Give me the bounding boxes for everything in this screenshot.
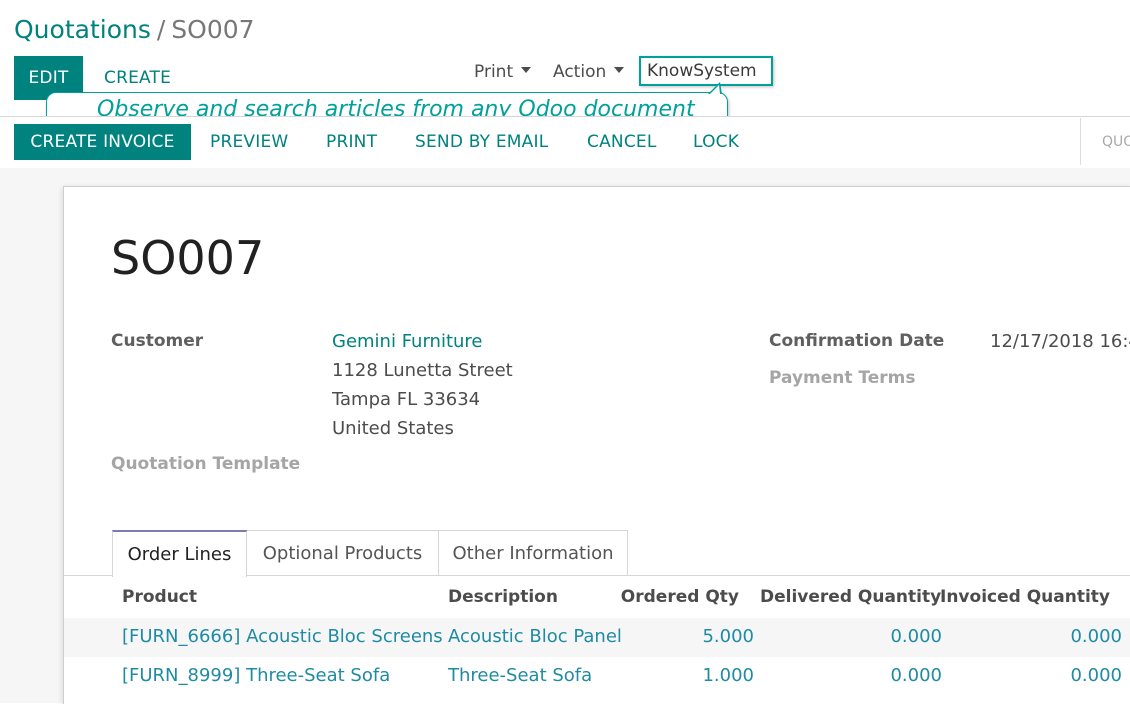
create-button[interactable]: CREATE bbox=[104, 67, 171, 89]
row-delivered-qty[interactable]: 0.000 bbox=[820, 626, 942, 648]
row-product[interactable]: [FURN_6666] Acoustic Bloc Screens bbox=[122, 626, 443, 648]
customer-label: Customer bbox=[111, 331, 204, 351]
breadcrumb-separator: / bbox=[156, 15, 166, 44]
print-dropdown[interactable]: Print bbox=[474, 61, 532, 83]
tab-order-lines[interactable]: Order Lines bbox=[112, 530, 247, 577]
breadcrumb: Quotations / SO007 bbox=[14, 13, 255, 47]
breadcrumb-current: SO007 bbox=[171, 15, 255, 44]
row-product[interactable]: [FURN_8999] Three-Seat Sofa bbox=[122, 665, 390, 687]
row-ordered-qty[interactable]: 1.000 bbox=[640, 665, 754, 687]
confirmation-date-value: 12/17/2018 16:4 bbox=[990, 331, 1130, 352]
row-description[interactable]: Three-Seat Sofa bbox=[448, 665, 592, 687]
payment-terms-label: Payment Terms bbox=[769, 368, 916, 388]
row-ordered-qty[interactable]: 5.000 bbox=[640, 626, 754, 648]
preview-button[interactable]: PREVIEW bbox=[210, 124, 288, 160]
column-header-ordered-qty[interactable]: Ordered Qty bbox=[600, 586, 739, 608]
column-header-description[interactable]: Description bbox=[448, 586, 558, 608]
row-delivered-qty[interactable]: 0.000 bbox=[820, 665, 942, 687]
quotation-template-label: Quotation Template bbox=[111, 454, 301, 474]
print-dropdown-label: Print bbox=[474, 62, 514, 82]
cancel-button[interactable]: CANCEL bbox=[587, 124, 657, 160]
row-invoiced-qty[interactable]: 0.000 bbox=[1000, 665, 1122, 687]
customer-address-line: Tampa FL 33634 bbox=[332, 389, 481, 410]
record-title: SO007 bbox=[111, 231, 265, 285]
column-header-delivered-qty[interactable]: Delivered Quantity bbox=[760, 586, 941, 608]
column-header-product[interactable]: Product bbox=[122, 586, 197, 608]
stage-quotation[interactable]: QUO bbox=[1102, 124, 1130, 160]
send-by-email-button[interactable]: SEND BY EMAIL bbox=[415, 124, 548, 160]
tooltip-pointer-inner bbox=[710, 85, 720, 94]
column-header-invoiced-qty[interactable]: Invoiced Quantity bbox=[940, 586, 1110, 608]
row-invoiced-qty[interactable]: 0.000 bbox=[1000, 626, 1122, 648]
action-dropdown[interactable]: Action bbox=[553, 61, 625, 83]
confirmation-date-label: Confirmation Date bbox=[769, 331, 945, 351]
chevron-down-icon bbox=[521, 67, 532, 73]
customer-link[interactable]: Gemini Furniture bbox=[332, 327, 483, 356]
tab-other-information[interactable]: Other Information bbox=[438, 530, 628, 575]
breadcrumb-quotations-link[interactable]: Quotations bbox=[14, 15, 151, 44]
knowsystem-button[interactable]: KnowSystem bbox=[639, 56, 773, 86]
customer-address-line: United States bbox=[332, 418, 454, 439]
lock-button[interactable]: LOCK bbox=[693, 124, 739, 160]
action-dropdown-label: Action bbox=[553, 62, 607, 82]
tab-optional-products[interactable]: Optional Products bbox=[246, 530, 439, 575]
chevron-down-icon bbox=[614, 67, 625, 73]
customer-address-line: 1128 Lunetta Street bbox=[332, 360, 513, 381]
print-button[interactable]: PRINT bbox=[326, 124, 377, 160]
row-description[interactable]: Acoustic Bloc Panel bbox=[448, 626, 622, 648]
statusbar-divider bbox=[1080, 118, 1081, 165]
create-invoice-button[interactable]: CREATE INVOICE bbox=[14, 124, 191, 160]
